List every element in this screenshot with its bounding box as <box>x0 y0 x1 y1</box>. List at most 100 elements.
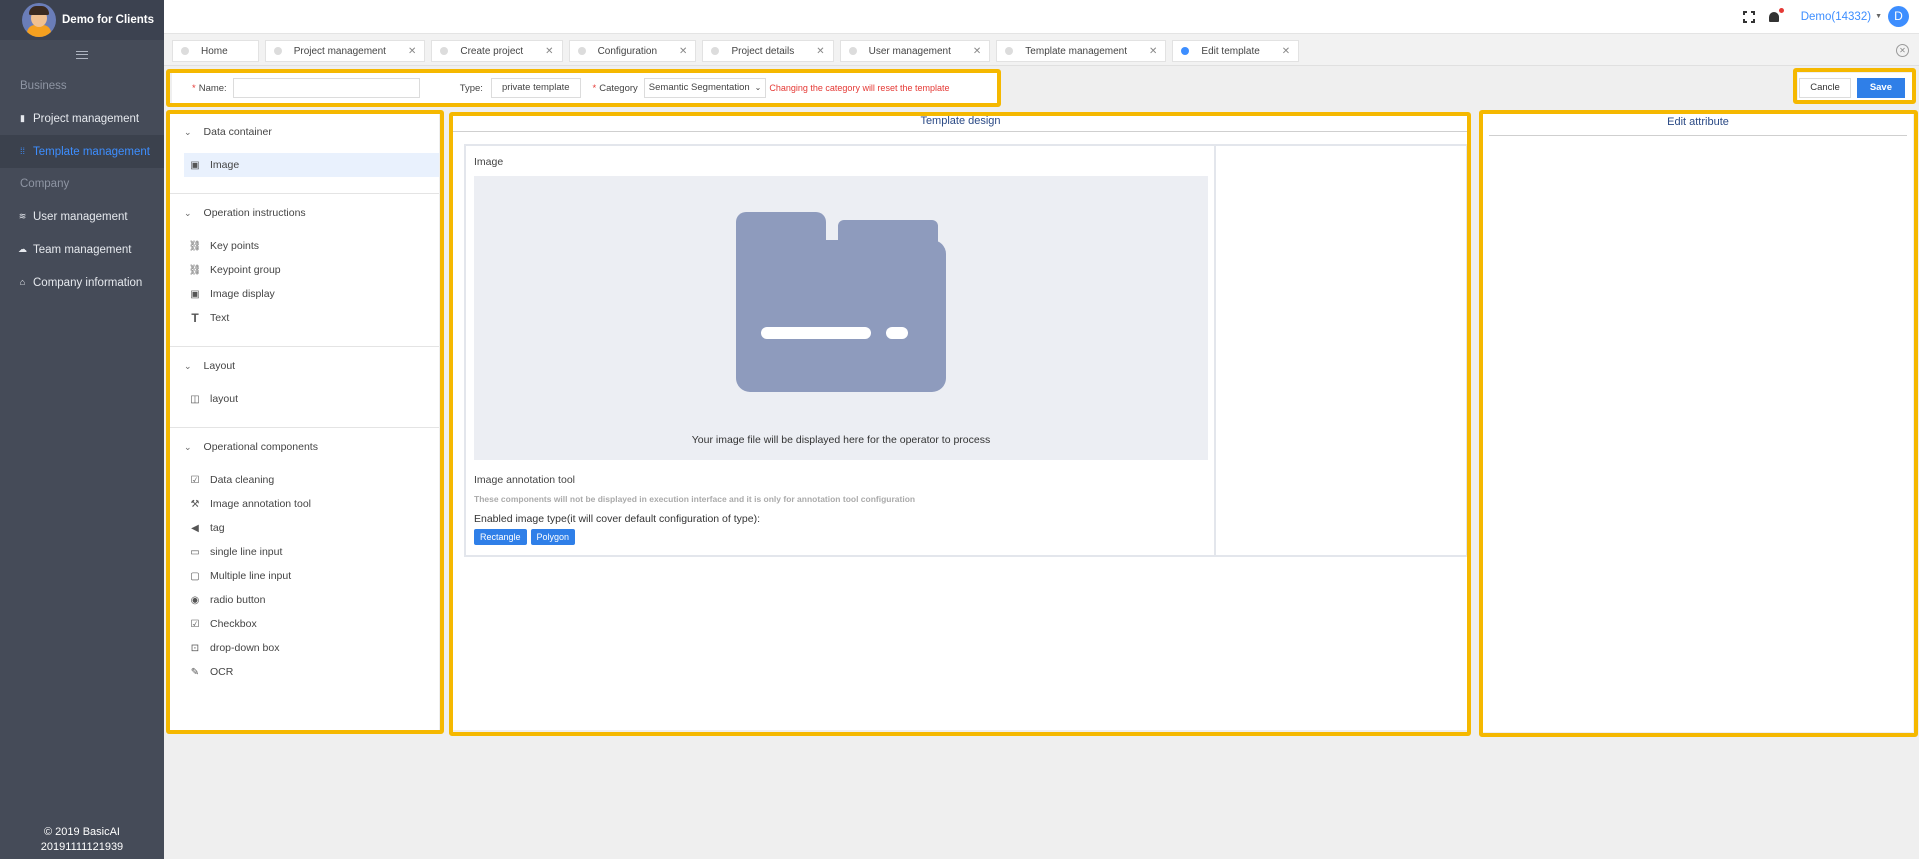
sidebar-item-team-management[interactable]: ☁ Team management <box>0 233 164 266</box>
component-label: Data cleaning <box>210 474 275 486</box>
tab-project-management[interactable]: Project management ✕ <box>264 40 426 62</box>
tab-template-management[interactable]: Template management ✕ <box>996 40 1167 62</box>
user-menu[interactable]: Demo(14332) <box>1801 11 1871 23</box>
component-drop-down-box[interactable]: ⊡ drop-down box <box>170 636 439 660</box>
type-value: private template <box>490 78 581 98</box>
radio-icon: ◉ <box>190 594 200 606</box>
component-multiple-line-input[interactable]: ▢ Multiple line input <box>170 564 439 588</box>
component-tag[interactable]: ◀ tag <box>170 516 439 540</box>
name-input[interactable] <box>232 78 420 98</box>
brand-logo-icon <box>22 3 56 37</box>
layout-icon: ◫ <box>190 393 200 405</box>
menu-toggle-icon[interactable] <box>0 40 164 70</box>
tab-project-details[interactable]: Project details ✕ <box>702 40 834 62</box>
tabs-bar: Home Project management ✕ Create project… <box>164 34 1919 66</box>
component-label: Image display <box>210 288 275 300</box>
component-checkbox[interactable]: ☑ Checkbox <box>170 612 439 636</box>
tab-label: Home <box>201 45 228 57</box>
dropdown-icon: ⊡ <box>190 642 200 654</box>
build-number: 20191111121939 <box>40 841 124 853</box>
cancel-button[interactable]: Cancle <box>1799 78 1851 98</box>
sidebar-item-company-information[interactable]: ⌂ Company information <box>0 266 164 299</box>
tab-label: User management <box>868 45 951 57</box>
component-image-annotation-tool[interactable]: ⚒ Image annotation tool <box>170 492 439 516</box>
group-title: Data container <box>203 126 272 138</box>
tab-close-icon[interactable]: ✕ <box>973 46 981 57</box>
nav-section-company: Company <box>20 178 70 190</box>
group-operational-components[interactable]: ⌄ Operational components <box>170 432 439 462</box>
tab-status-dot <box>273 47 282 55</box>
fullscreen-icon[interactable] <box>1742 10 1755 23</box>
type-chip-polygon[interactable]: Polygon <box>530 529 576 545</box>
design-column[interactable]: Image Your image file will be displayed … <box>466 146 1216 555</box>
pen-icon: ✎ <box>190 666 200 678</box>
component-text[interactable]: T Text <box>170 306 439 330</box>
group-title: Layout <box>203 360 236 372</box>
tab-close-icon[interactable]: ✕ <box>816 46 824 57</box>
tab-configuration[interactable]: Configuration ✕ <box>568 40 697 62</box>
tab-label: Create project <box>460 45 524 57</box>
design-canvas[interactable]: Image Your image file will be displayed … <box>464 144 1468 557</box>
component-image[interactable]: ▣ Image <box>184 153 439 177</box>
tab-close-icon[interactable]: ✕ <box>679 46 687 57</box>
tab-close-icon[interactable]: ✕ <box>545 46 553 57</box>
avatar[interactable]: D <box>1888 6 1909 27</box>
component-image-display[interactable]: ▣ Image display <box>170 282 439 306</box>
tab-create-project[interactable]: Create project ✕ <box>431 40 563 62</box>
top-bar: Demo(14332) ▼ D <box>164 0 1919 34</box>
category-label: Category <box>599 82 638 94</box>
category-value: Semantic Segmentation <box>648 82 750 93</box>
template-design-panel: Template design Image Your image file wi… <box>453 114 1468 730</box>
divider <box>170 427 439 428</box>
enabled-types: Rectangle Polygon <box>474 529 1206 545</box>
multi-input-icon: ▢ <box>190 570 200 582</box>
component-label: Checkbox <box>210 618 257 630</box>
tab-edit-template[interactable]: Edit template ✕ <box>1172 40 1300 62</box>
component-single-line-input[interactable]: ▭ single line input <box>170 540 439 564</box>
save-button[interactable]: Save <box>1856 78 1905 98</box>
book-icon: ▮ <box>20 113 25 123</box>
group-operation-instructions[interactable]: ⌄ Operation instructions <box>170 198 439 228</box>
component-label: layout <box>210 393 239 405</box>
type-chip-rectangle[interactable]: Rectangle <box>474 529 527 545</box>
component-layout[interactable]: ◫ layout <box>170 387 439 411</box>
image-placeholder[interactable]: Your image file will be displayed here f… <box>474 176 1208 460</box>
tab-user-management[interactable]: User management ✕ <box>839 40 991 62</box>
component-label: Image annotation tool <box>210 498 311 510</box>
tab-status-dot <box>181 47 189 55</box>
tab-home[interactable]: Home <box>172 40 259 62</box>
component-label: tag <box>210 522 225 534</box>
empty-column[interactable] <box>1216 146 1466 555</box>
notification-bell-icon[interactable] <box>1767 7 1784 24</box>
brand[interactable]: Demo for Clients <box>0 0 164 40</box>
sidebar-item-template-management[interactable]: ⁞⁞ Template management <box>0 135 164 168</box>
tab-close-icon[interactable]: ✕ <box>1282 46 1290 57</box>
component-label: Image <box>210 159 240 171</box>
sidebar-item-user-management[interactable]: ≋ User management <box>0 200 164 233</box>
tab-close-icon[interactable]: ✕ <box>408 46 416 57</box>
component-keypoint-group[interactable]: ⛓ Keypoint group <box>170 258 439 282</box>
component-key-points[interactable]: ⛓ Key points <box>170 234 439 258</box>
component-data-cleaning[interactable]: ☑ Data cleaning <box>170 468 439 492</box>
annotation-tool-description: These components will not be displayed i… <box>474 494 916 504</box>
component-ocr[interactable]: ✎ OCR <box>170 660 439 684</box>
component-label: single line input <box>210 546 283 558</box>
required-mark: * <box>192 82 196 94</box>
component-label: OCR <box>210 666 234 678</box>
category-warning: Changing the category will reset the tem… <box>769 83 950 93</box>
category-select[interactable]: Semantic Segmentation ⌄ <box>643 78 767 98</box>
sidebar-item-project-management[interactable]: ▮ Project management <box>0 102 164 135</box>
group-layout[interactable]: ⌄ Layout <box>170 351 439 381</box>
name-label: Name: <box>198 82 227 94</box>
component-radio-button[interactable]: ◉ radio button <box>170 588 439 612</box>
copyright: © 2019 BasicAI <box>44 826 120 838</box>
sidebar-item-label: Project management <box>33 112 140 125</box>
caret-down-icon[interactable]: ▼ <box>1875 13 1882 20</box>
tab-label: Edit template <box>1201 45 1260 57</box>
link-icon: ⛓ <box>188 264 202 276</box>
close-all-tabs-icon[interactable]: ✕ <box>1896 44 1909 57</box>
tab-label: Configuration <box>597 45 658 57</box>
group-data-container[interactable]: ⌄ Data container <box>170 117 439 147</box>
tab-close-icon[interactable]: ✕ <box>1149 46 1157 57</box>
nav-section-business: Business <box>20 80 67 92</box>
